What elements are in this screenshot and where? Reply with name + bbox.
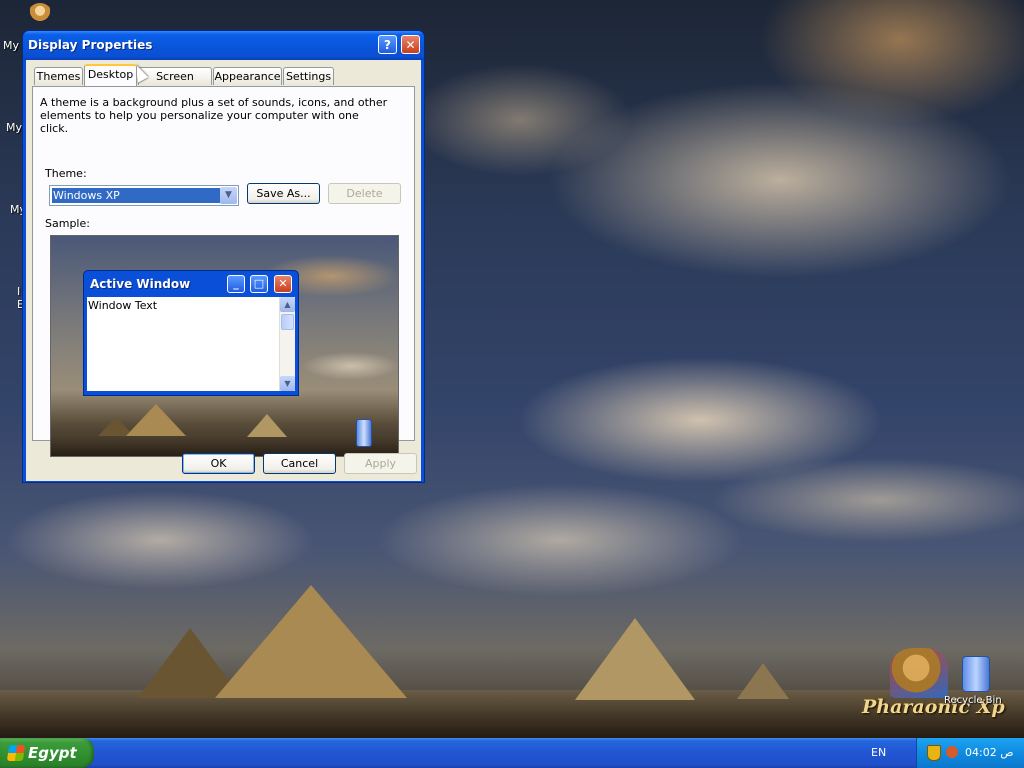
- pyramid-right: [575, 618, 695, 700]
- sample-pyramid: [126, 404, 186, 436]
- minimize-icon: _: [227, 275, 245, 293]
- sample-scrollbar: ▲ ▼: [279, 297, 295, 391]
- recycle-bin-label[interactable]: Recycle Bin: [944, 695, 1002, 706]
- desktop-icon-label[interactable]: I: [17, 285, 20, 298]
- apply-button[interactable]: Apply: [344, 453, 417, 474]
- language-indicator[interactable]: EN: [871, 746, 886, 759]
- sample-active-window: Active Window _ □ ✕ Window Text ▲ ▼: [83, 270, 299, 396]
- sample-pyramid: [247, 414, 287, 437]
- recycle-bin-icon[interactable]: [962, 656, 990, 692]
- pharaonic-logo-figure: [890, 648, 948, 698]
- clock[interactable]: 04:02 ص: [965, 746, 1014, 759]
- tray-app-icon[interactable]: [946, 746, 958, 758]
- desktop-icon-label[interactable]: My: [6, 121, 22, 134]
- window-title: Display Properties: [28, 38, 153, 52]
- close-button[interactable]: ✕: [401, 35, 420, 54]
- tab-settings[interactable]: Settings: [283, 67, 334, 85]
- windows-flag-icon: [6, 745, 26, 761]
- window-titlebar[interactable]: Display Properties ? ✕: [23, 31, 424, 60]
- close-icon: ✕: [274, 275, 292, 293]
- theme-sample-preview: Active Window _ □ ✕ Window Text ▲ ▼: [50, 235, 399, 457]
- scroll-thumb: [281, 314, 294, 330]
- theme-dropdown-value: Windows XP: [52, 188, 220, 203]
- theme-dropdown[interactable]: Windows XP ▼: [49, 185, 239, 206]
- tab-themes[interactable]: Themes: [34, 67, 83, 85]
- sample-window-body: Window Text ▲ ▼: [87, 297, 295, 391]
- maximize-icon: □: [250, 275, 268, 293]
- desktop-icon-figure[interactable]: [27, 3, 53, 29]
- delete-button[interactable]: Delete: [328, 183, 401, 204]
- sample-active-window-title: Active Window: [90, 277, 191, 291]
- ok-button[interactable]: OK: [182, 453, 255, 474]
- scroll-down-icon: ▼: [280, 376, 295, 391]
- pyramid-far-right: [737, 663, 789, 699]
- start-button[interactable]: Egypt: [0, 738, 94, 768]
- sample-window-text: Window Text: [88, 299, 158, 312]
- theme-description: A theme is a background plus a set of so…: [40, 96, 388, 135]
- tab-screen-saver[interactable]: Screen Saver: [138, 67, 212, 100]
- sample-recycle-bin-icon: [356, 419, 372, 447]
- theme-label: Theme:: [45, 167, 87, 180]
- scroll-up-icon: ▲: [280, 297, 295, 312]
- tab-desktop[interactable]: Desktop: [84, 64, 137, 86]
- save-as-button[interactable]: Save As...: [247, 183, 320, 204]
- security-shield-icon[interactable]: [927, 745, 941, 761]
- dialog-client-area: Themes Desktop Screen Saver Appearance S…: [26, 60, 421, 481]
- start-button-label: Egypt: [28, 744, 77, 762]
- cancel-button[interactable]: Cancel: [263, 453, 336, 474]
- help-button[interactable]: ?: [378, 35, 397, 54]
- tab-appearance[interactable]: Appearance: [213, 67, 282, 85]
- chevron-down-icon[interactable]: ▼: [220, 187, 237, 204]
- pyramid-left-large: [215, 585, 407, 698]
- display-properties-window: Display Properties ? ✕ Themes Desktop Sc…: [22, 30, 425, 483]
- sample-label: Sample:: [45, 217, 90, 230]
